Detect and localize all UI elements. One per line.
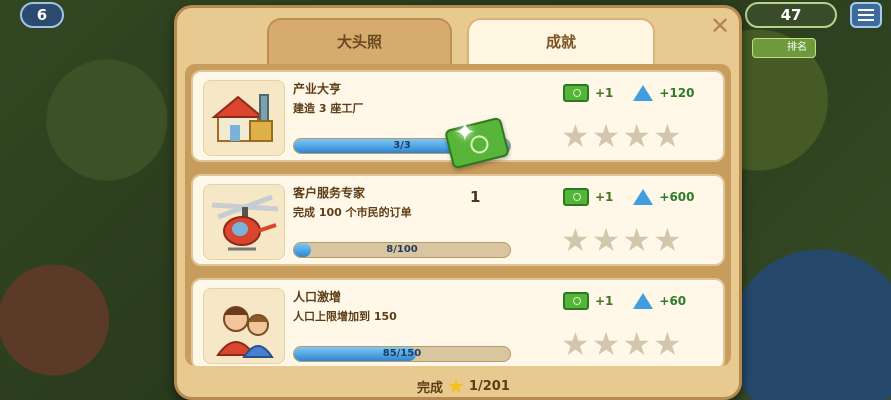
achievement-desc: 完成 100 个市民的订单 xyxy=(293,206,412,219)
achievement-desc: 建造 3 座工厂 xyxy=(293,102,364,115)
star-icon: ★ xyxy=(653,325,682,363)
sparkle-icon: ✦ xyxy=(454,118,476,148)
star-icon: ★ xyxy=(653,221,682,259)
star-icon: ★ xyxy=(622,221,652,259)
reward-row: +1 +600 xyxy=(563,186,695,208)
achievement-title: 产业大亨 xyxy=(293,82,342,96)
people-icon xyxy=(203,288,285,364)
star-icon: ★ xyxy=(622,117,652,155)
cash-reward: +1 xyxy=(595,190,614,204)
star-icon: ★ xyxy=(622,325,652,363)
achievements-panel: 大头照 成就 ✕ 产业大亨 建造 3 座工厂 3/3 +1 +120 ★ ★ ★… xyxy=(174,5,742,400)
level-badge: 6 xyxy=(20,2,64,28)
achievement-title: 人口激增 xyxy=(293,290,342,304)
star-icon: ★ xyxy=(561,325,590,363)
cash-icon xyxy=(563,188,589,206)
cash-icon xyxy=(563,292,589,310)
star-icon: ★ xyxy=(591,117,621,155)
progress-text: 8/100 xyxy=(386,244,418,255)
star-icon: ★ xyxy=(447,374,465,398)
star-rating: ★ ★ ★ ★ xyxy=(561,224,682,256)
claim-count: 1 xyxy=(470,188,481,206)
cash-reward: +1 xyxy=(595,294,614,308)
cash-icon xyxy=(563,84,589,102)
xp-reward: +60 xyxy=(659,294,687,308)
tab-profile[interactable]: 大头照 xyxy=(267,18,452,68)
xp-reward: +120 xyxy=(659,86,695,100)
achievement-card: 人口激增 人口上限增加到 150 85/150 +1 +60 ★ ★ ★ ★ xyxy=(191,278,725,366)
xp-reward: +600 xyxy=(659,190,695,204)
star-icon: ★ xyxy=(591,221,621,259)
completion-footer: 完成 ★ 1/201 xyxy=(417,374,510,398)
achievement-list[interactable]: 产业大亨 建造 3 座工厂 3/3 +1 +120 ★ ★ ★ ★ 客户服务专家… xyxy=(185,64,731,366)
achievement-card: 客户服务专家 完成 100 个市民的订单 8/100 +1 +600 ★ ★ ★ ★ xyxy=(191,174,725,266)
cash-reward: +1 xyxy=(595,86,614,100)
tab-achievements[interactable]: 成就 xyxy=(467,18,655,68)
reward-row: +1 +60 xyxy=(563,290,686,312)
currency-counter: 47 xyxy=(745,2,837,28)
reward-row: +1 +120 xyxy=(563,82,695,104)
progress-bar: 8/100 xyxy=(293,242,511,258)
ranking-button[interactable]: 排名 xyxy=(752,38,816,58)
completion-label: 完成 xyxy=(417,380,444,396)
xp-icon xyxy=(633,293,654,309)
achievement-title: 客户服务专家 xyxy=(293,186,366,200)
xp-icon xyxy=(633,189,654,205)
progress-text: 85/150 xyxy=(382,348,422,359)
star-icon: ★ xyxy=(561,221,590,259)
progress-bar: 85/150 xyxy=(293,346,511,362)
star-rating: ★ ★ ★ ★ xyxy=(561,120,682,152)
xp-icon xyxy=(633,85,654,101)
factory-icon xyxy=(203,80,285,156)
completion-count: 1/201 xyxy=(468,378,510,394)
star-icon: ★ xyxy=(653,117,682,155)
menu-icon xyxy=(858,9,874,11)
menu-button[interactable] xyxy=(850,2,882,28)
helicopter-icon xyxy=(203,184,285,260)
star-icon: ★ xyxy=(591,325,621,363)
close-icon[interactable]: ✕ xyxy=(707,14,733,40)
star-rating: ★ ★ ★ ★ xyxy=(561,328,682,360)
star-icon: ★ xyxy=(561,117,590,155)
achievement-desc: 人口上限增加到 150 xyxy=(293,310,397,323)
